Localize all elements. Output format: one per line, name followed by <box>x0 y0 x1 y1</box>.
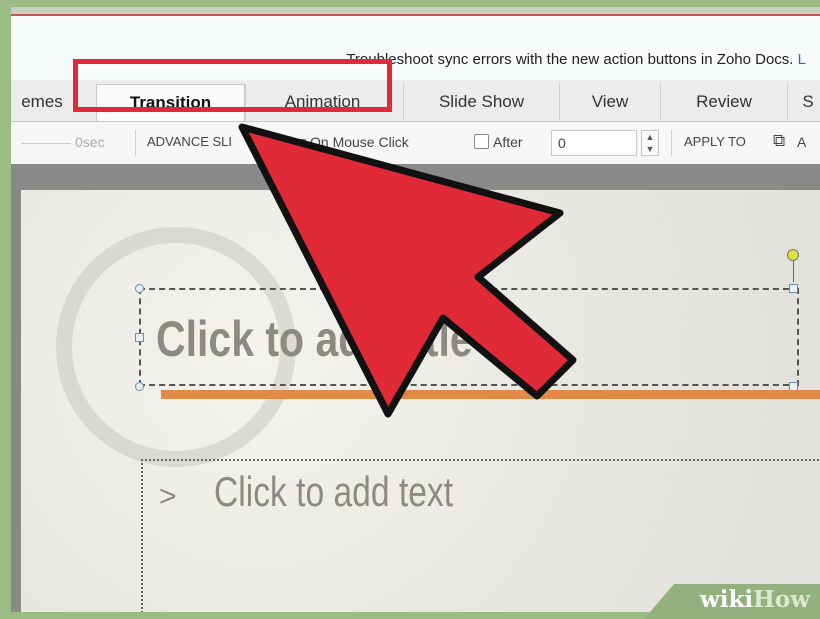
watermark-text: wikiHow <box>700 586 810 613</box>
watermark-wiki: wiki <box>699 586 754 613</box>
wikihow-watermark: wikiHow <box>644 584 820 619</box>
watermark-how: How <box>753 586 810 613</box>
pointer-arrow-icon <box>238 123 577 418</box>
